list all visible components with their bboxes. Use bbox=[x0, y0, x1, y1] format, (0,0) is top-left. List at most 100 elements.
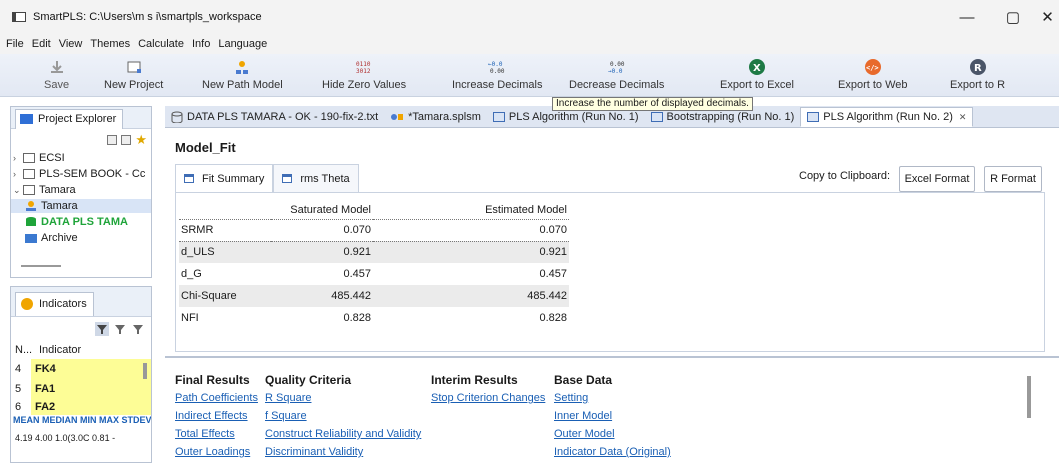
indicator-row[interactable]: 5 FA1 bbox=[11, 379, 151, 399]
hide-zero-values-button[interactable]: 0110 3012 Hide Zero Values bbox=[322, 57, 406, 91]
hide-zero-icon: 0110 3012 bbox=[356, 57, 372, 77]
export-excel-button[interactable]: X Export to Excel bbox=[720, 57, 794, 91]
link-inner-model[interactable]: Inner Model bbox=[554, 407, 671, 425]
menu-info[interactable]: Info bbox=[192, 38, 210, 50]
tab-pls-run-2[interactable]: PLS Algorithm (Run No. 2) ✕ bbox=[800, 107, 974, 127]
fit-table: Saturated Model Estimated Model SRMR 0.0… bbox=[179, 201, 569, 329]
svg-text:</>: </> bbox=[866, 64, 879, 72]
increase-decimals-icon: ←0.0 0.00 bbox=[488, 57, 506, 77]
decrease-decimals-icon: 0.00 →0.0 bbox=[608, 57, 626, 77]
project-explorer-tab[interactable]: Project Explorer bbox=[15, 108, 124, 129]
filter-icon[interactable] bbox=[131, 322, 145, 336]
table-row[interactable]: d_ULS 0.921 0.921 bbox=[179, 241, 569, 263]
decrease-decimals-button[interactable]: 0.00 →0.0 Decrease Decimals bbox=[569, 57, 664, 91]
tab-data-file[interactable]: DATA PLS TAMARA - OK - 190-fix-2.txt bbox=[165, 107, 384, 127]
filter-icon[interactable] bbox=[113, 322, 127, 336]
tree-item-archive[interactable]: Archive bbox=[11, 231, 151, 245]
project-explorer-icon bbox=[20, 114, 33, 124]
folder-icon bbox=[23, 185, 35, 195]
save-icon bbox=[49, 57, 65, 77]
horizontal-scrollbar[interactable] bbox=[21, 265, 61, 267]
report-icon bbox=[650, 112, 663, 122]
menu-themes[interactable]: Themes bbox=[90, 38, 130, 50]
filter-icon[interactable] bbox=[95, 322, 109, 336]
table-row[interactable]: NFI 0.828 0.828 bbox=[179, 307, 569, 329]
vertical-scrollbar[interactable] bbox=[1027, 376, 1031, 418]
menu-view[interactable]: View bbox=[59, 38, 83, 50]
tree-item-pls-sem-book[interactable]: › PLS-SEM BOOK - Cc bbox=[11, 167, 151, 181]
tree-item-tamara-model[interactable]: Tamara bbox=[11, 199, 151, 213]
indicators-tab[interactable]: Indicators bbox=[15, 291, 94, 316]
link-total-effects[interactable]: Total Effects bbox=[175, 425, 258, 443]
tab-tamara-model[interactable]: *Tamara.splsm bbox=[384, 107, 487, 127]
table-row[interactable]: Chi-Square 485.442 485.442 bbox=[179, 285, 569, 307]
export-web-button[interactable]: </> Export to Web bbox=[838, 57, 908, 91]
tree-item-tamara-folder[interactable]: ⌄ Tamara bbox=[11, 183, 151, 197]
link-outer-model[interactable]: Outer Model bbox=[554, 425, 671, 443]
indicator-table-header: N... Indicator bbox=[15, 344, 82, 356]
link-construct-reliability[interactable]: Construct Reliability and Validity bbox=[265, 425, 421, 443]
archive-icon bbox=[25, 234, 37, 243]
svg-text:0110: 0110 bbox=[356, 61, 371, 68]
link-stop-criterion-changes[interactable]: Stop Criterion Changes bbox=[431, 389, 545, 407]
vertical-scrollbar[interactable] bbox=[143, 363, 147, 379]
link-path-coefficients[interactable]: Path Coefficients bbox=[175, 389, 258, 407]
r-format-button[interactable]: R Format bbox=[984, 166, 1042, 192]
link-indicator-data-original[interactable]: Indicator Data (Original) bbox=[554, 443, 671, 461]
increase-decimals-button[interactable]: ←0.0 0.00 Increase Decimals bbox=[452, 57, 542, 91]
database-icon bbox=[26, 217, 36, 226]
link-f-square[interactable]: f Square bbox=[265, 407, 421, 425]
new-project-icon bbox=[126, 57, 142, 77]
tree-item-data-file[interactable]: DATA PLS TAMA bbox=[11, 215, 151, 229]
chevron-right-icon[interactable]: › bbox=[13, 169, 23, 179]
chevron-right-icon[interactable]: › bbox=[13, 153, 23, 163]
save-button[interactable]: Save bbox=[44, 57, 69, 91]
export-r-button[interactable]: R Export to R bbox=[950, 57, 1005, 91]
report-icon bbox=[807, 112, 820, 122]
svg-text:0.00: 0.00 bbox=[490, 68, 505, 74]
close-button[interactable]: ✕ bbox=[1036, 0, 1059, 34]
indicator-row[interactable]: 6 FA2 bbox=[11, 399, 151, 415]
link-indirect-effects[interactable]: Indirect Effects bbox=[175, 407, 258, 425]
close-icon[interactable]: ✕ bbox=[959, 112, 967, 123]
table-row[interactable]: SRMR 0.070 0.070 bbox=[179, 218, 569, 242]
title-bar: SmartPLS: C:\Users\m s i\smartpls_worksp… bbox=[0, 0, 1059, 34]
indicator-row[interactable]: 4 FK4 bbox=[11, 359, 151, 379]
tab-fit-summary[interactable]: Fit Summary bbox=[175, 164, 274, 192]
menu-file[interactable]: File bbox=[6, 38, 24, 50]
project-explorer-header: Project Explorer bbox=[11, 107, 151, 129]
collapse-all-icon[interactable] bbox=[121, 135, 132, 145]
project-explorer-pane: Project Explorer ★ › ECSI › PLS-SEM BOOK… bbox=[10, 106, 152, 278]
excel-format-button[interactable]: Excel Format bbox=[899, 166, 975, 192]
results-navigation: Final Results Path Coefficients Indirect… bbox=[165, 356, 1059, 463]
new-path-model-button[interactable]: New Path Model bbox=[202, 57, 283, 91]
new-project-button[interactable]: New Project bbox=[104, 57, 163, 91]
minimize-button[interactable]: — bbox=[944, 0, 990, 34]
link-discriminant-validity[interactable]: Discriminant Validity bbox=[265, 443, 421, 461]
excel-icon: X bbox=[748, 57, 766, 77]
copy-clipboard-label: Copy to Clipboard: bbox=[799, 170, 891, 182]
tab-rms-theta[interactable]: rms Theta bbox=[273, 164, 359, 192]
menu-calculate[interactable]: Calculate bbox=[138, 38, 184, 50]
app-icon bbox=[12, 12, 26, 22]
expand-all-icon[interactable] bbox=[107, 135, 118, 145]
chevron-down-icon[interactable]: ⌄ bbox=[13, 185, 23, 196]
link-setting[interactable]: Setting bbox=[554, 389, 671, 407]
result-subtabs: Fit Summary rms Theta bbox=[175, 164, 359, 192]
star-icon[interactable]: ★ bbox=[135, 132, 147, 148]
link-r-square[interactable]: R Square bbox=[265, 389, 421, 407]
svg-text:→0.0: →0.0 bbox=[608, 68, 623, 74]
column-header[interactable]: Estimated Model bbox=[373, 201, 569, 219]
link-outer-loadings[interactable]: Outer Loadings bbox=[175, 443, 258, 461]
database-icon bbox=[171, 111, 183, 123]
maximize-button[interactable]: ▢ bbox=[990, 0, 1036, 34]
table-row[interactable]: d_G 0.457 0.457 bbox=[179, 263, 569, 285]
tree-item-ecsi[interactable]: › ECSI bbox=[11, 151, 151, 165]
folder-icon bbox=[23, 153, 35, 163]
indicators-icon bbox=[21, 298, 33, 310]
menu-language[interactable]: Language bbox=[218, 38, 267, 50]
tooltip: Increase the number of displayed decimal… bbox=[552, 97, 753, 111]
column-header[interactable]: Saturated Model bbox=[271, 201, 373, 219]
menu-edit[interactable]: Edit bbox=[32, 38, 51, 50]
model-icon bbox=[391, 114, 404, 120]
